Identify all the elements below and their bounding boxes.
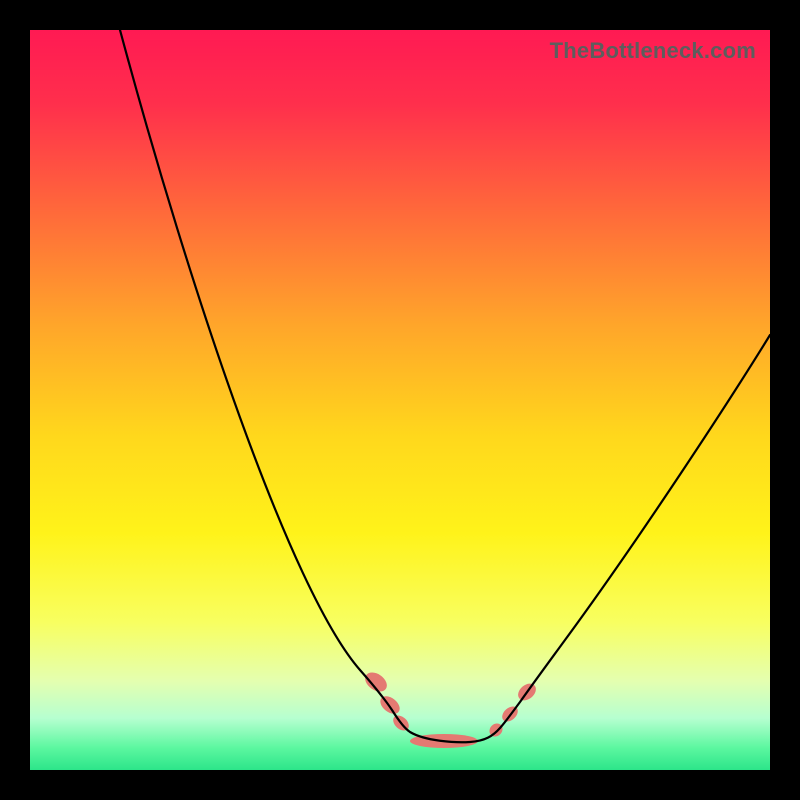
watermark-text: TheBottleneck.com [550,38,756,64]
bottleneck-curve [120,30,770,742]
optimal-marker [362,669,391,696]
chart-frame: TheBottleneck.com [0,0,800,800]
curve-layer [30,30,770,770]
optimal-zone-markers [362,669,540,748]
plot-area: TheBottleneck.com [30,30,770,770]
